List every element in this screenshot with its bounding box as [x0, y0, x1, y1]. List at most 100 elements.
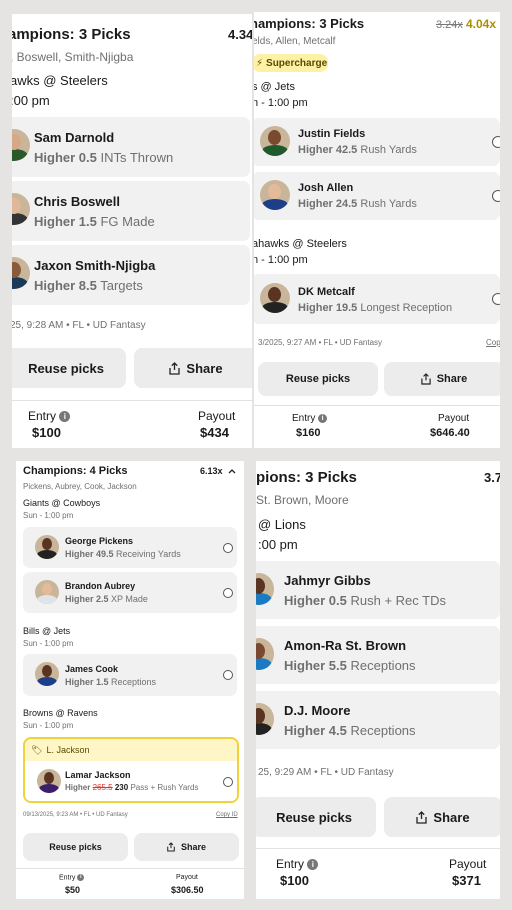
game-time: n - 1:00 pm: [254, 97, 308, 109]
pick-card[interactable]: Josh Allen Higher 24.5 Rush Yards: [254, 172, 500, 220]
player-avatar: [35, 662, 59, 686]
share-icon: [421, 373, 431, 385]
entry-players: , Boswell, Smith-Njigba: [12, 50, 134, 64]
pick-radio[interactable]: [223, 543, 233, 553]
player-avatar: [260, 180, 290, 210]
supercharge-badge: ⚡ Supercharge: [254, 54, 328, 72]
pick-radio[interactable]: [492, 293, 500, 305]
pick-line: Higher 49.5 Receiving Yards: [65, 549, 181, 559]
game-time: n - 1:00 pm: [254, 254, 308, 266]
payout-value: $434: [200, 425, 229, 440]
entry-multiplier: 3.24x 4.04x: [436, 17, 497, 31]
pick-card[interactable]: Brandon Aubrey Higher 2.5 XP Made: [23, 572, 237, 613]
boost-tag: 🏷 L. Jackson: [31, 745, 90, 755]
entry-footer: 09/13/2025, 9:23 AM • FL • UD Fantasy: [23, 812, 128, 818]
payout-label: Payout: [438, 413, 470, 424]
payout-label: Payout: [198, 409, 236, 423]
reuse-picks-button[interactable]: Reuse picks: [258, 362, 378, 396]
pick-card[interactable]: Chris Boswell Higher 1.5 FG Made: [12, 181, 250, 241]
share-label: Share: [436, 373, 468, 385]
divider: [12, 400, 252, 401]
entry-title: pions: 3 Picks: [256, 469, 357, 486]
reuse-label: Reuse picks: [285, 373, 351, 385]
pick-card[interactable]: Justin Fields Higher 42.5 Rush Yards: [254, 118, 500, 166]
game-time: Sun - 1:00 pm: [23, 721, 74, 730]
game-title: Giants @ Cowboys: [23, 498, 101, 508]
pick-card[interactable]: James Cook Higher 1.5 Receptions: [23, 654, 237, 696]
pick-line: Higher 1.5 FG Made: [34, 214, 155, 229]
share-button[interactable]: Share: [384, 797, 500, 837]
pick-radio[interactable]: [223, 588, 233, 598]
player-name: Jahmyr Gibbs: [284, 573, 371, 588]
share-icon: [167, 842, 175, 852]
bolt-icon: ⚡: [256, 57, 264, 69]
payout-value: $371: [452, 873, 481, 888]
pick-card[interactable]: D.J. Moore Higher 4.5 Receptions: [256, 691, 500, 749]
info-icon[interactable]: i: [318, 413, 328, 423]
pick-card[interactable]: DK Metcalf Higher 19.5 Longest Reception: [254, 274, 500, 324]
pick-card[interactable]: Jahmyr Gibbs Higher 0.5 Rush + Rec TDs: [256, 561, 500, 619]
pick-radio[interactable]: [223, 777, 233, 787]
player-avatar: [35, 535, 59, 559]
player-name: Amon-Ra St. Brown: [284, 638, 407, 653]
pick-line: Higher 5.5 Receptions: [284, 658, 416, 673]
pick-radio[interactable]: [223, 670, 233, 680]
player-avatar: [35, 580, 59, 604]
entry-card-bottom-right: pions: 3 Picks 3.7 St. Brown, Moore @ Li…: [256, 461, 500, 899]
game-time: Sun - 1:00 pm: [23, 639, 74, 648]
info-icon[interactable]: i: [59, 411, 71, 423]
pick-line: Higher 1.5 Receptions: [65, 677, 157, 687]
entry-title: Champions: 4 Picks: [23, 465, 128, 477]
player-name: Chris Boswell: [34, 194, 120, 209]
divider: [256, 848, 500, 849]
share-label: Share: [433, 809, 470, 825]
divider: [16, 868, 244, 869]
entry-title: ampions: 3 Picks: [12, 26, 131, 43]
player-name: Jaxon Smith-Njigba: [34, 258, 156, 273]
pick-card[interactable]: George Pickens Higher 49.5 Receiving Yar…: [23, 527, 237, 568]
player-avatar: [260, 283, 290, 313]
player-name: Josh Allen: [298, 182, 354, 194]
info-icon[interactable]: i: [77, 874, 85, 881]
pick-line: Higher 0.5 Rush + Rec TDs: [284, 593, 446, 608]
copy-id-link[interactable]: Cop: [486, 338, 500, 347]
boosted-pick-card[interactable]: 🏷 L. Jackson Lamar Jackson Higher 265.5 2…: [23, 737, 239, 803]
reuse-label: Reuse picks: [49, 842, 102, 852]
share-button[interactable]: Share: [384, 362, 500, 396]
pick-card[interactable]: Jaxon Smith-Njigba Higher 8.5 Targets: [12, 245, 250, 305]
reuse-picks-button[interactable]: Reuse picks: [12, 348, 126, 388]
entry-label: Entry i: [276, 857, 319, 871]
pick-card[interactable]: Sam Darnold Higher 0.5 INTs Thrown: [12, 117, 250, 177]
game-time: :00 pm: [258, 537, 298, 552]
game-title: Browns @ Ravens: [23, 708, 98, 718]
chevron-up-icon[interactable]: [228, 468, 236, 474]
pick-radio[interactable]: [492, 190, 500, 202]
reuse-picks-button[interactable]: Reuse picks: [256, 797, 376, 837]
copy-id-link[interactable]: Copy ID: [216, 812, 238, 818]
player-name: D.J. Moore: [284, 703, 351, 718]
entry-players: Pickens, Aubrey, Cook, Jackson: [23, 482, 137, 491]
entry-value: $160: [296, 427, 321, 439]
info-icon[interactable]: i: [307, 859, 319, 871]
pick-line: Higher 19.5 Longest Reception: [298, 302, 453, 314]
share-button[interactable]: Share: [134, 833, 239, 861]
pick-radio[interactable]: [492, 136, 500, 148]
entry-multiplier: 3.7: [484, 470, 500, 485]
game-time: :00 pm: [12, 93, 50, 108]
player-name: Lamar Jackson: [65, 770, 131, 780]
game-title: ahawks @ Steelers: [254, 238, 347, 250]
pick-line: Higher 2.5 XP Made: [65, 594, 148, 604]
game-title: s @ Jets: [254, 81, 295, 93]
share-icon: [169, 361, 181, 375]
share-label: Share: [180, 842, 206, 852]
share-button[interactable]: Share: [134, 348, 252, 388]
pick-line: Higher 0.5 INTs Thrown: [34, 150, 174, 165]
share-label: Share: [186, 360, 223, 376]
entry-card-top-left: ampions: 3 Picks 4.34 , Boswell, Smith-N…: [12, 14, 252, 448]
payout-label: Payout: [176, 874, 198, 881]
reuse-picks-button[interactable]: Reuse picks: [23, 833, 128, 861]
entry-label: Entry i: [59, 874, 85, 881]
entry-label: Entry i: [292, 413, 328, 424]
entry-card-bottom-left: Champions: 4 Picks 6.13x Pickens, Aubrey…: [16, 461, 244, 899]
pick-card[interactable]: Amon-Ra St. Brown Higher 5.5 Receptions: [256, 626, 500, 684]
